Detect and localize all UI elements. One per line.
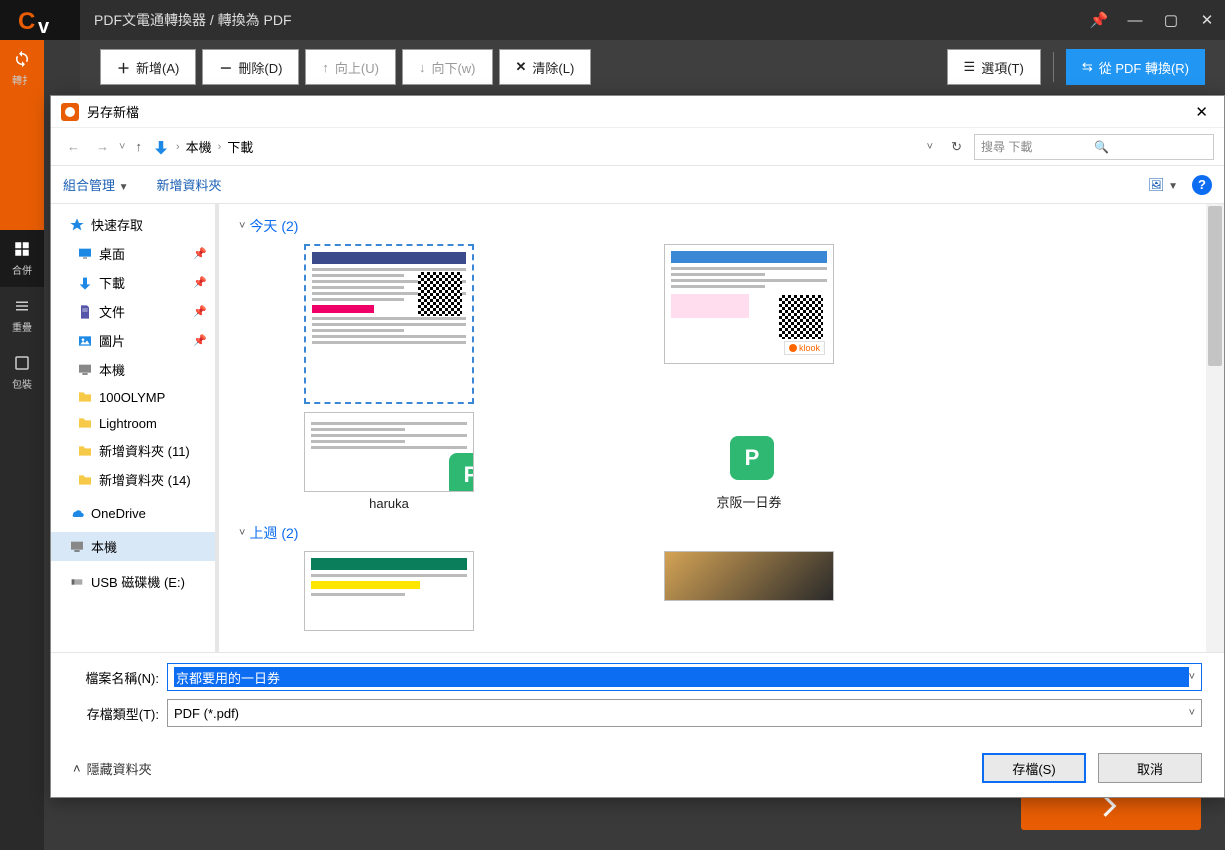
tree-folder-new11[interactable]: 新增資料夾 (11) <box>51 436 215 465</box>
location-dropdown-icon[interactable]: ˅ <box>927 141 933 153</box>
tree-pictures[interactable]: 圖片📌 <box>51 326 215 355</box>
save-as-dialog: 另存新檔 ✕ ← → ˅ ↑ › 本機 › 下載 ˅ ↻ 搜尋 下載 🔍 組合管… <box>50 95 1225 798</box>
file-label: 京阪一日券 <box>716 492 781 511</box>
file-content-area: ˅今天 (2) <box>219 204 1224 652</box>
minimize-icon[interactable]: — <box>1117 12 1153 29</box>
tree-quick-access[interactable]: 快速存取 <box>51 210 215 239</box>
file-item-haruka[interactable]: P haruka <box>279 244 499 511</box>
window-controls: 📌 — ▢ ✕ <box>1081 0 1225 40</box>
app-bottom <box>44 790 1225 850</box>
sidebar-overlay[interactable]: 重疊 <box>0 287 44 344</box>
filetype-dropdown-icon: ˅ <box>1189 707 1195 719</box>
section-last-week[interactable]: ˅上週 (2) <box>239 523 1204 543</box>
dialog-fields: 檔案名稱(N): 京都要用的一日券 ˅ 存檔類型(T): PDF (*.pdf)… <box>51 653 1224 735</box>
clear-button[interactable]: ✕清除(L) <box>499 49 592 85</box>
convert-from-pdf-button[interactable]: ⇆從 PDF 轉換(R) <box>1066 49 1205 85</box>
chevron-up-icon: ˄ <box>73 761 81 776</box>
tree-folder-100olymp[interactable]: 100OLYMP <box>51 384 215 410</box>
nav-up-icon[interactable]: ↑ <box>129 135 148 158</box>
delete-button[interactable]: －刪除(D) <box>202 49 299 85</box>
close-icon[interactable]: ✕ <box>1189 11 1225 29</box>
app-title: PDF文電通轉換器 / 轉換為 PDF <box>94 10 292 30</box>
movedown-button[interactable]: ↓向下(w) <box>402 49 493 85</box>
tree-onedrive[interactable]: OneDrive <box>51 500 215 526</box>
tree-downloads[interactable]: 下載📌 <box>51 268 215 297</box>
dialog-title: 另存新檔 <box>87 102 139 121</box>
tree-desktop[interactable]: 桌面📌 <box>51 239 215 268</box>
app-icon <box>61 103 79 121</box>
file-item-keihan[interactable]: klook P 京阪一日券 <box>639 244 859 511</box>
add-button[interactable]: ＋新增(A) <box>100 49 196 85</box>
location-icon <box>152 138 170 156</box>
app-logo: Cv <box>0 0 80 40</box>
filetype-label: 存檔類型(T): <box>73 704 159 723</box>
pin-icon[interactable]: 📌 <box>1081 11 1117 29</box>
file-item-lastweek1[interactable] <box>279 551 499 631</box>
section-today[interactable]: ˅今天 (2) <box>239 216 1204 236</box>
new-folder-button[interactable]: 新增資料夾 <box>157 175 222 194</box>
cancel-button[interactable]: 取消 <box>1098 753 1202 783</box>
maximize-icon[interactable]: ▢ <box>1153 11 1189 29</box>
sidebar-package[interactable]: 包裝 <box>0 344 44 401</box>
tree-this-pc[interactable]: 本機 <box>51 532 215 561</box>
pin-icon: 📌 <box>193 247 207 260</box>
view-options-icon[interactable]: 🖼 ▼ <box>1148 177 1178 193</box>
klook-badge: klook <box>784 341 825 355</box>
app-titlebar: Cv PDF文電通轉換器 / 轉換為 PDF 📌 — ▢ ✕ <box>0 0 1225 40</box>
dialog-close-button[interactable]: ✕ <box>1189 101 1214 123</box>
nav-back-icon[interactable]: ← <box>61 135 86 158</box>
tree-usb-drive[interactable]: USB 磁碟機 (E:) <box>51 567 215 596</box>
filename-dropdown-icon[interactable]: ˅ <box>1189 671 1195 683</box>
nav-recent-icon[interactable]: ˅ <box>119 141 125 153</box>
filetype-select[interactable]: PDF (*.pdf) ˅ <box>167 699 1202 727</box>
pin-icon: 📌 <box>193 276 207 289</box>
dialog-titlebar: 另存新檔 ✕ <box>51 96 1224 128</box>
file-label: haruka <box>369 496 409 511</box>
nav-forward-icon[interactable]: → <box>90 135 115 158</box>
app-toolbar: ＋新增(A) －刪除(D) ↑向上(U) ↓向下(w) ✕清除(L) ☰選項(T… <box>80 40 1225 94</box>
svg-text:v: v <box>38 16 50 35</box>
dialog-footer: ˄ 隱藏資料夾 存檔(S) 取消 <box>51 735 1224 797</box>
pdf-badge-icon: P <box>730 436 774 480</box>
options-button[interactable]: ☰選項(T) <box>947 49 1041 85</box>
scrollbar-thumb[interactable] <box>1208 206 1222 366</box>
dialog-toolbar: 組合管理 ▼ 新增資料夾 🖼 ▼ ? <box>51 166 1224 204</box>
breadcrumb-root[interactable]: 本機 <box>186 137 212 156</box>
tree-documents[interactable]: 文件📌 <box>51 297 215 326</box>
app-sidebar: 轉扌 合併 重疊 包裝 <box>0 40 44 850</box>
search-input[interactable]: 搜尋 下載 🔍 <box>974 134 1214 160</box>
scrollbar[interactable] <box>1206 204 1224 652</box>
pin-icon: 📌 <box>193 334 207 347</box>
organize-menu[interactable]: 組合管理 ▼ <box>63 175 129 194</box>
pin-icon: 📌 <box>193 305 207 318</box>
tree-folder-lightroom[interactable]: Lightroom <box>51 410 215 436</box>
svg-text:C: C <box>18 8 35 35</box>
sidebar-merge[interactable]: 合併 <box>0 230 44 287</box>
folder-tree: 快速存取 桌面📌 下載📌 文件📌 圖片📌 <box>51 204 219 652</box>
save-button[interactable]: 存檔(S) <box>982 753 1086 783</box>
dialog-nav: ← → ˅ ↑ › 本機 › 下載 ˅ ↻ 搜尋 下載 🔍 <box>51 128 1224 166</box>
help-icon[interactable]: ? <box>1192 175 1212 195</box>
filename-input[interactable]: 京都要用的一日券 <box>174 667 1189 687</box>
file-item-lastweek2[interactable] <box>639 551 859 631</box>
tree-this-pc-quick[interactable]: 本機 <box>51 355 215 384</box>
breadcrumb[interactable]: › 本機 › 下載 <box>152 137 923 156</box>
search-icon: 🔍 <box>1094 140 1207 154</box>
sidebar-convert[interactable]: 轉扌 <box>0 40 44 97</box>
pdf-badge-icon: P <box>449 453 474 492</box>
moveup-button[interactable]: ↑向上(U) <box>305 49 396 85</box>
refresh-icon[interactable]: ↻ <box>951 139 962 155</box>
breadcrumb-folder[interactable]: 下載 <box>227 137 253 156</box>
hide-folders-toggle[interactable]: ˄ 隱藏資料夾 <box>73 759 152 778</box>
filename-label: 檔案名稱(N): <box>73 668 159 687</box>
tree-folder-new14[interactable]: 新增資料夾 (14) <box>51 465 215 494</box>
